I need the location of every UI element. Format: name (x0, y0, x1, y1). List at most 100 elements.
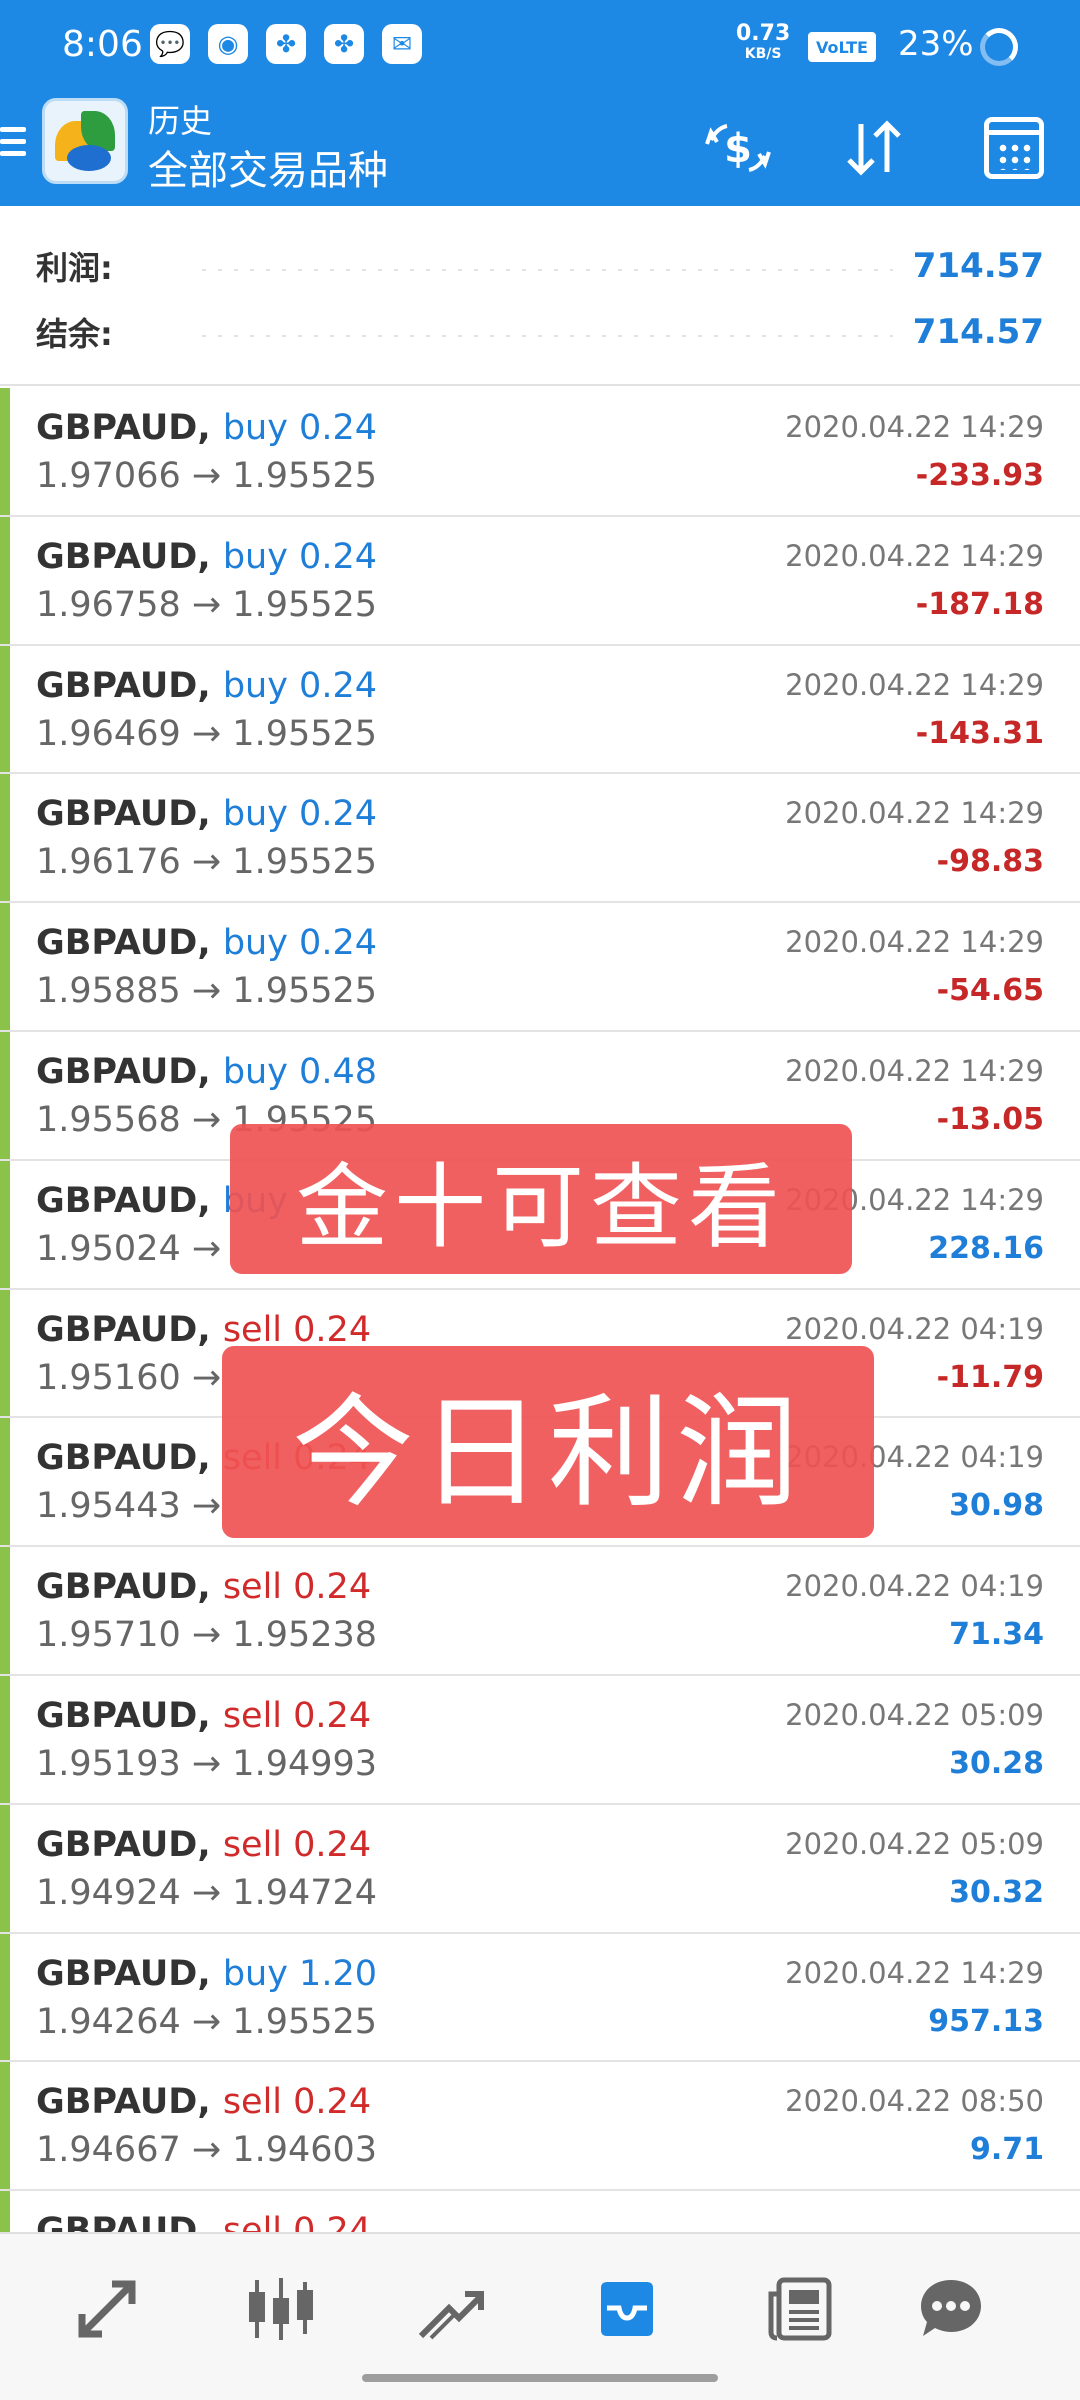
trade-row[interactable]: GBPAUD, sell 0.24 1.95193 → 1.94993 2020.0… (0, 1675, 1080, 1805)
symbol-text: GBPAUD, (36, 1695, 211, 1736)
symbol-text: GBPAUD, (36, 408, 211, 448)
trade-prices: 1.95160 → (36, 1357, 222, 1398)
trade-prices: 1.94924 → 1.94724 (36, 1872, 378, 1913)
dotted-leader (196, 268, 893, 272)
trade-time: 2020.04.22 14:29 (785, 1955, 1044, 1990)
trade-symbol: GBPAUD, buy 0.24 (36, 408, 377, 448)
trade-prices: 1.96176 → 1.95525 (36, 842, 378, 883)
dotted-leader (196, 334, 893, 338)
promo-banner-bottom: 今日利润 (222, 1346, 874, 1538)
symbol-text: GBPAUD, (36, 1051, 211, 1092)
trade-row[interactable]: GBPAUD, sell 0.24 1.94667 → 1.94603 2020.0… (0, 2062, 1080, 2192)
trade-side-volume: sell 0.24 (222, 2211, 372, 2232)
symbol-text: GBPAUD, (36, 1438, 211, 1479)
trade-row[interactable]: GBPAUD, buy 0.24 1.97066 → 1.95525 2020.04… (0, 388, 1080, 517)
trade-profit: -13.05 (936, 1101, 1044, 1137)
trade-side-volume: sell 0.24 (222, 1695, 372, 1736)
notification-icons: 💬 ◉ ✤ ✤ ✉ (150, 24, 422, 64)
trade-row[interactable]: GBPAUD, buy 0.24 1.96469 → 1.95525 2020.04… (0, 645, 1080, 775)
app-bar: 历史 全部交易品种 $ (0, 92, 1080, 206)
trade-row[interactable]: GBPAUD, buy 1.20 1.94264 → 1.95525 2020.04… (0, 1933, 1080, 2063)
trade-row[interactable]: GBPAUD, sell 0.24 (0, 2191, 1080, 2232)
trade-symbol: GBPAUD, buy 1.20 (36, 1954, 377, 1994)
trade-row[interactable]: GBPAUD, buy 0.24 1.95885 → 1.95525 2020.04… (0, 903, 1080, 1032)
app-logo-icon[interactable] (42, 98, 128, 184)
trade-prices: 1.95885 → 1.95525 (36, 971, 378, 1012)
sort-icon[interactable] (836, 110, 912, 186)
chart-icon[interactable] (236, 2264, 326, 2354)
trade-time: 2020.04.22 04:19 (785, 1311, 1044, 1346)
trade-symbol: GBPAUD, sell 0.24 (36, 1825, 371, 1865)
trade-time: 2020.04.22 14:29 (785, 1053, 1044, 1088)
trade-side-volume: sell 0.24 (222, 1824, 372, 1865)
trade-symbol: GBPAUD, buy 0.24 (36, 794, 377, 834)
trade-profit: -54.65 (936, 973, 1044, 1009)
menu-icon[interactable] (0, 120, 30, 176)
page-title: 历史 (148, 102, 213, 140)
symbol-filter[interactable]: 全部交易品种 (148, 138, 388, 196)
symbol-text: GBPAUD, (36, 794, 211, 835)
trade-row[interactable]: GBPAUD, sell 0.24 1.95710 → 1.95238 2020.0… (0, 1547, 1080, 1676)
promo-banner-top: 金十可查看 (230, 1124, 852, 1274)
trade-symbol: GBPAUD, sell 0.24 (36, 1567, 371, 1607)
trade-icon[interactable] (406, 2264, 496, 2354)
trade-row[interactable]: GBPAUD, buy 0.24 1.96758 → 1.95525 2020.04… (0, 516, 1080, 646)
trade-prices: 1.95024 → (36, 1228, 222, 1269)
trade-history-list[interactable]: GBPAUD, buy 0.24 1.97066 → 1.95525 2020.04… (0, 388, 1080, 2232)
trade-prices: 1.97066 → 1.95525 (36, 456, 378, 496)
mail-icon: ✉ (382, 24, 422, 64)
trade-profit: 71.34 (949, 1617, 1044, 1653)
status-bar: 8:06 💬 ◉ ✤ ✤ ✉ 0.73 KB/S VoLTE 23% (0, 0, 1080, 92)
trade-profit: 30.32 (949, 1874, 1044, 1910)
trade-profit: 957.13 (928, 2003, 1044, 2039)
trade-prices: 1.95443 → (36, 1486, 222, 1527)
calendar-icon[interactable] (976, 110, 1052, 186)
news-icon[interactable] (756, 2264, 846, 2354)
trade-symbol: GBPAUD, sell 0.24 (36, 1310, 371, 1350)
symbol-text: GBPAUD, (36, 2211, 211, 2232)
trade-symbol: GBPAUD, buy 0.24 (36, 923, 377, 963)
trade-row[interactable]: GBPAUD, buy 0.24 1.96176 → 1.95525 2020.04… (0, 774, 1080, 904)
symbol-text: GBPAUD, (36, 1309, 211, 1350)
history-icon[interactable] (582, 2264, 672, 2354)
trade-symbol: GBPAUD, buy 0.24 (36, 537, 377, 577)
profit-value: 714.57 (912, 246, 1044, 286)
trade-side-volume: buy 0.24 (222, 923, 377, 964)
currency-exchange-icon[interactable]: $ (700, 110, 776, 186)
svg-text:$: $ (724, 126, 752, 172)
balance-row: 结余: 714.57 (36, 302, 1044, 362)
network-speed-unit: KB/S (744, 46, 782, 62)
balance-label: 结余: (36, 315, 113, 353)
trade-time: 2020.04.22 04:19 (785, 1569, 1044, 1604)
trade-symbol: GBPAUD, buy 0.48 (36, 1052, 377, 1092)
trade-time: 2020.04.22 05:09 (785, 1697, 1044, 1732)
trade-side-volume: sell 0.24 (222, 2082, 372, 2123)
trade-time: 2020.04.22 14:29 (785, 410, 1044, 444)
trade-prices: 1.94264 → 1.95525 (36, 2001, 378, 2042)
home-indicator[interactable] (362, 2374, 718, 2382)
paw-app-icon: ✤ (324, 24, 364, 64)
message-icon: 💬 (150, 24, 190, 64)
trade-side-volume: buy 0.24 (222, 665, 377, 706)
trade-time: 2020.04.22 14:29 (785, 925, 1044, 960)
quotes-icon[interactable] (62, 2264, 152, 2354)
symbol-text: GBPAUD, (36, 1567, 211, 1608)
trade-profit: -143.31 (915, 715, 1044, 751)
trade-profit: 30.28 (949, 1745, 1044, 1781)
trade-side-volume: buy 0.24 (222, 408, 377, 448)
trade-prices: 1.96758 → 1.95525 (36, 584, 378, 625)
trade-profit: 228.16 (928, 1230, 1044, 1266)
chat-icon[interactable] (906, 2264, 996, 2354)
symbol-text: GBPAUD, (36, 1180, 211, 1221)
trade-time: 2020.04.22 08:50 (785, 2084, 1044, 2119)
trade-prices: 1.95710 → 1.95238 (36, 1615, 378, 1656)
volte-badge: VoLTE (808, 32, 876, 62)
network-speed: 0.73 KB/S (736, 23, 790, 64)
trade-profit: -98.83 (936, 844, 1044, 880)
trade-symbol: GBPAUD, sell 0.24 (36, 2082, 371, 2122)
trade-profit: -233.93 (915, 458, 1044, 493)
trade-profit: -187.18 (915, 586, 1044, 622)
trade-side-volume: buy 0.24 (222, 794, 377, 835)
trade-row[interactable]: GBPAUD, sell 0.24 1.94924 → 1.94724 2020.0… (0, 1804, 1080, 1934)
symbol-text: GBPAUD, (36, 1824, 211, 1865)
